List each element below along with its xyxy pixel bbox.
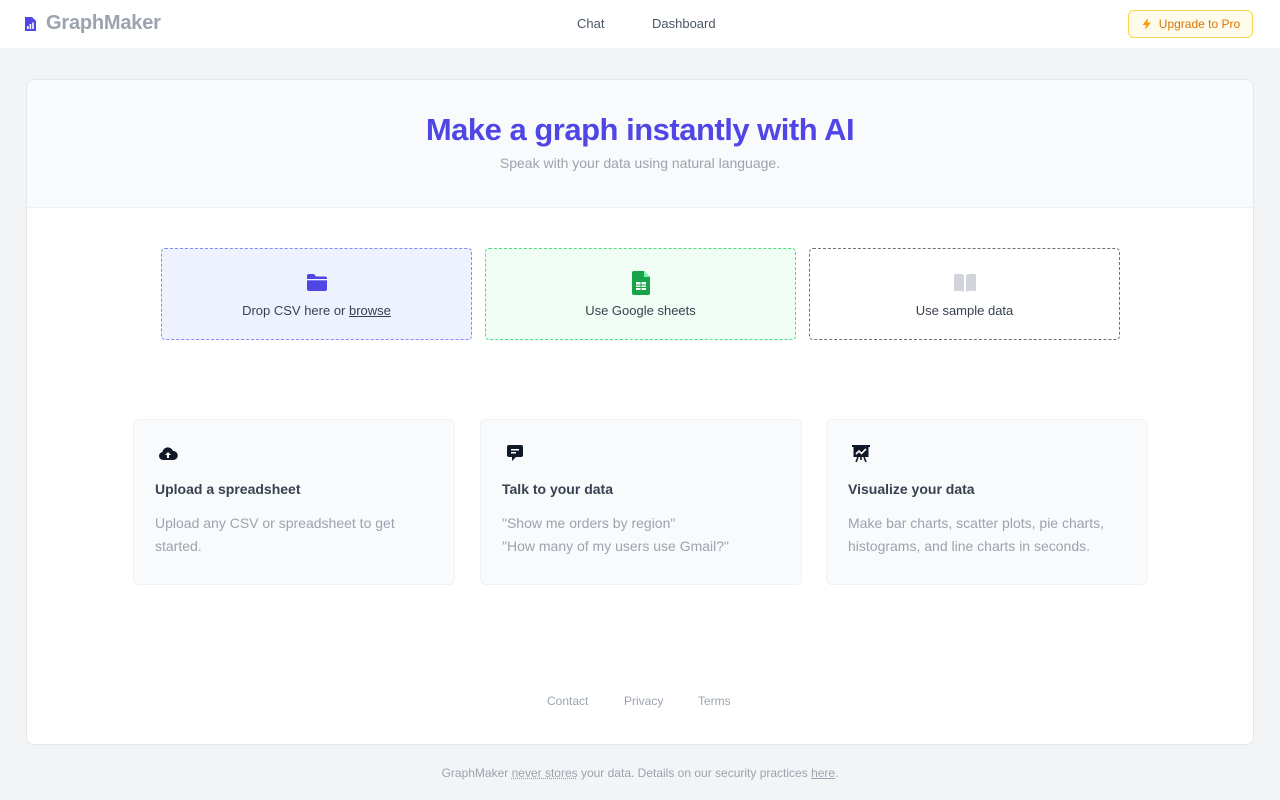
feature-description: Make bar charts, scatter plots, pie char…: [848, 512, 1128, 558]
csv-drop-label: Drop CSV here or browse: [242, 303, 391, 318]
privacy-note-end: .: [835, 766, 839, 780]
footer-link-contact[interactable]: Contact: [547, 694, 588, 708]
privacy-note-emphasis: never stores: [511, 766, 578, 780]
feature-line: "How many of my users use Gmail?": [502, 538, 730, 554]
feature-line: Make bar charts, scatter plots, pie char…: [848, 515, 1104, 554]
sample-data-label: Use sample data: [915, 302, 1014, 318]
cloud-upload-icon: [159, 447, 178, 460]
feature-title: Upload a spreadsheet: [155, 481, 301, 497]
book-icon: [953, 271, 977, 295]
csv-drop-zone[interactable]: Drop CSV here or browse: [161, 248, 472, 340]
google-sheets-label: Use Google sheets: [585, 302, 696, 318]
folder-icon: [306, 271, 328, 295]
feature-line: "Show me orders by region": [502, 515, 676, 531]
brand-name: GraphMaker: [46, 12, 161, 34]
nav-link-dashboard[interactable]: Dashboard: [652, 16, 716, 31]
brand-logo[interactable]: GraphMaker: [22, 12, 161, 35]
csv-drop-text: Drop CSV here or: [242, 302, 349, 318]
page-subtitle: Speak with your data using natural langu…: [499, 155, 781, 171]
nav-link-chat[interactable]: Chat: [577, 16, 604, 31]
feature-title: Talk to your data: [502, 481, 613, 497]
privacy-note-brand: GraphMaker: [441, 766, 512, 780]
chart-bars-icon: [25, 16, 36, 31]
upgrade-button[interactable]: Upgrade to Pro: [1128, 10, 1253, 38]
browse-link[interactable]: browse: [349, 303, 391, 318]
hero: Make a graph instantly with AI Speak wit…: [27, 80, 1253, 208]
feature-line: Upload any CSV or spreadsheet to get sta…: [155, 515, 395, 554]
top-nav: GraphMaker Chat Dashboard Upgrade to Pro: [0, 0, 1280, 48]
google-sheets-icon: [631, 270, 650, 295]
feature-card-visualize: Visualize your data Make bar charts, sca…: [826, 419, 1148, 585]
chat-bubble-icon: [507, 445, 523, 461]
google-sheets-option[interactable]: Use Google sheets: [485, 248, 796, 340]
footer-link-privacy[interactable]: Privacy: [624, 694, 663, 708]
presentation-chart-icon: [852, 445, 870, 463]
feature-title: Visualize your data: [848, 481, 975, 497]
page-title: Make a graph instantly with AI: [425, 112, 855, 147]
lightning-icon: [1142, 18, 1151, 30]
sample-data-option[interactable]: Use sample data: [809, 248, 1120, 340]
feature-card-upload: Upload a spreadsheet Upload any CSV or s…: [133, 419, 455, 585]
upgrade-label: Upgrade to Pro: [1158, 17, 1241, 31]
privacy-note: GraphMaker never stores your data. Detai…: [0, 766, 1280, 780]
feature-card-talk: Talk to your data "Show me orders by reg…: [480, 419, 802, 585]
security-practices-link[interactable]: here: [811, 766, 835, 780]
privacy-note-text: your data. Details on our security pract…: [577, 766, 812, 780]
footer-link-terms[interactable]: Terms: [698, 694, 731, 708]
main-card: Make a graph instantly with AI Speak wit…: [26, 79, 1254, 745]
feature-description: Upload any CSV or spreadsheet to get sta…: [155, 512, 435, 558]
feature-description: "Show me orders by region" "How many of …: [502, 512, 782, 558]
